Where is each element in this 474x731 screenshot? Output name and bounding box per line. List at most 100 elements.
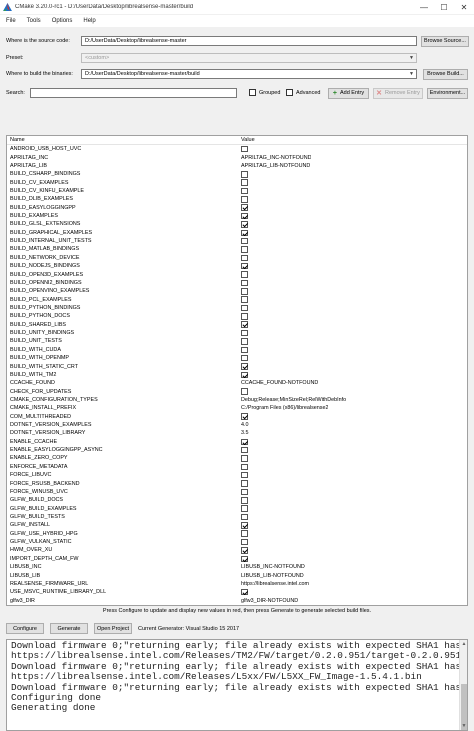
table-row[interactable]: CHECK_FOR_UPDATES <box>7 387 467 395</box>
unchecked-checkbox[interactable] <box>241 354 248 362</box>
table-row[interactable]: BUILD_INTERNAL_UNIT_TESTS <box>7 237 467 245</box>
cache-table[interactable]: Name Value ANDROID_USB_HOST_UVC APRILTAG_… <box>6 135 468 606</box>
checked-checkbox[interactable] <box>241 547 248 554</box>
unchecked-checkbox[interactable] <box>241 505 248 512</box>
table-row[interactable]: GLFW_BUILD_EXAMPLES <box>7 504 467 512</box>
configure-button[interactable]: Configure <box>6 623 44 634</box>
checked-checkbox[interactable] <box>241 204 248 211</box>
unchecked-checkbox[interactable] <box>241 497 248 504</box>
table-row[interactable]: CCACHE_FOUND CCACHE_FOUND-NOTFOUND <box>7 379 467 387</box>
unchecked-checkbox[interactable] <box>241 313 248 320</box>
menu-file[interactable]: File <box>6 18 16 24</box>
source-path-input[interactable]: D:/UserData/Desktop/librealsense-master <box>81 36 417 46</box>
table-row[interactable]: BUILD_NETWORK_DEVICE <box>7 254 467 262</box>
menu-tools[interactable]: Tools <box>27 18 41 24</box>
table-row[interactable]: COM_MULTITHREADED <box>7 413 467 421</box>
table-row[interactable]: BUILD_NODEJS_BINDINGS <box>7 262 467 270</box>
checked-checkbox[interactable] <box>241 229 248 237</box>
cache-entry-value[interactable]: LIBUSB_INC-NOTFOUND <box>239 564 305 570</box>
checked-checkbox[interactable] <box>241 438 248 445</box>
menu-options[interactable]: Options <box>52 18 73 24</box>
scroll-up-icon[interactable]: ▲ <box>460 640 467 648</box>
table-row[interactable]: BUILD_WITH_TM2 <box>7 371 467 379</box>
unchecked-checkbox[interactable] <box>241 179 248 186</box>
cache-entry-value[interactable]: APRILTAG_LIB-NOTFOUND <box>239 163 310 169</box>
checked-checkbox[interactable] <box>241 555 248 563</box>
unchecked-checkbox[interactable] <box>241 196 248 203</box>
table-row[interactable]: BUILD_CSHARP_BINDINGS <box>7 170 467 178</box>
build-path-select[interactable]: D:/UserData/Desktop/librealsense-master/… <box>81 69 417 79</box>
table-row[interactable]: BUILD_GRAPHICAL_EXAMPLES <box>7 229 467 237</box>
table-row[interactable]: GLFW_BUILD_TESTS <box>7 513 467 521</box>
search-input[interactable] <box>30 88 237 98</box>
unchecked-checkbox[interactable] <box>241 304 248 312</box>
unchecked-checkbox[interactable] <box>241 171 248 178</box>
unchecked-checkbox[interactable] <box>241 329 248 337</box>
table-row[interactable]: ENABLE_CCACHE <box>7 438 467 446</box>
checked-checkbox[interactable] <box>241 212 248 220</box>
table-row[interactable]: CMAKE_INSTALL_PREFIX C:/Program Files (x8… <box>7 404 467 412</box>
checked-checkbox[interactable] <box>241 588 248 596</box>
table-row[interactable]: APRILTAG_LIB APRILTAG_LIB-NOTFOUND <box>7 162 467 170</box>
menu-help[interactable]: Help <box>83 18 95 24</box>
table-row[interactable]: BUILD_OPENNI2_BINDINGS <box>7 279 467 287</box>
unchecked-checkbox[interactable] <box>241 530 248 537</box>
title-bar[interactable]: CMake 3.20.0-rc1 - D:/UserData/Desktop/l… <box>0 0 474 14</box>
table-row[interactable]: GLFW_BUILD_DOCS <box>7 496 467 504</box>
cache-entry-value[interactable]: glfw3_DIR-NOTFOUND <box>239 598 298 604</box>
cache-entry-value[interactable]: https://librealsense.intel.com <box>239 581 309 587</box>
table-row[interactable]: REALSENSE_FIRMWARE_URL https://librealsen… <box>7 580 467 588</box>
advanced-checkbox[interactable]: Advanced <box>286 89 320 96</box>
unchecked-checkbox[interactable] <box>241 488 248 496</box>
cache-entry-value[interactable]: LIBUSB_LIB-NOTFOUND <box>239 573 304 579</box>
table-row[interactable]: LIBUSB_INC LIBUSB_INC-NOTFOUND <box>7 563 467 571</box>
browse-build-button[interactable]: Browse Build... <box>423 68 468 80</box>
add-entry-button[interactable]: + Add Entry <box>328 87 369 99</box>
unchecked-checkbox[interactable] <box>241 388 248 395</box>
table-row[interactable]: DOTNET_VERSION_EXAMPLES 4.0 <box>7 421 467 429</box>
table-row[interactable]: GLFW_INSTALL <box>7 521 467 529</box>
table-row[interactable]: FORCE_WINUSB_UVC <box>7 488 467 496</box>
table-row[interactable]: HWM_OVER_XU <box>7 546 467 554</box>
table-row[interactable]: ANDROID_USB_HOST_UVC <box>7 145 467 153</box>
table-row[interactable]: GLFW_USE_HYBRID_HPG <box>7 530 467 538</box>
table-row[interactable]: BUILD_WITH_OPENMP <box>7 354 467 362</box>
table-row[interactable]: APRILTAG_INC APRILTAG_INC-NOTFOUND <box>7 153 467 161</box>
table-row[interactable]: ENFORCE_METADATA <box>7 463 467 471</box>
table-row[interactable]: DOTNET_VERSION_LIBRARY 3.5 <box>7 429 467 437</box>
unchecked-checkbox[interactable] <box>241 296 248 303</box>
cache-entry-value[interactable]: CCACHE_FOUND-NOTFOUND <box>239 380 318 386</box>
table-row[interactable]: CMAKE_CONFIGURATION_TYPES Debug;Release;M… <box>7 396 467 404</box>
checked-checkbox[interactable] <box>241 321 248 328</box>
unchecked-checkbox[interactable] <box>241 463 248 471</box>
table-row[interactable]: GLFW_VULKAN_STATIC <box>7 538 467 546</box>
name-column-header[interactable]: Name <box>7 136 239 144</box>
table-row[interactable]: LIBUSB_LIB LIBUSB_LIB-NOTFOUND <box>7 571 467 579</box>
unchecked-checkbox[interactable] <box>241 338 248 345</box>
unchecked-checkbox[interactable] <box>241 455 248 462</box>
unchecked-checkbox[interactable] <box>241 538 248 546</box>
close-icon[interactable]: ✕ <box>454 0 474 14</box>
unchecked-checkbox[interactable] <box>241 480 248 487</box>
unchecked-checkbox[interactable] <box>241 271 248 278</box>
table-row[interactable]: BUILD_MATLAB_BINDINGS <box>7 245 467 253</box>
browse-source-button[interactable]: Browse Source... <box>421 35 469 47</box>
table-row[interactable]: IMPORT_DEPTH_CAM_FW <box>7 555 467 563</box>
output-console[interactable]: Download firmware 0;"returning early; fi… <box>6 639 468 731</box>
checked-checkbox[interactable] <box>241 363 248 370</box>
table-row[interactable]: BUILD_OPENVINO_EXAMPLES <box>7 287 467 295</box>
maximize-icon[interactable]: ☐ <box>434 0 454 14</box>
cache-entry-value[interactable]: 4.0 <box>239 422 249 428</box>
open-project-button[interactable]: Open Project <box>94 623 132 634</box>
value-column-header[interactable]: Value <box>239 136 255 144</box>
table-row[interactable]: BUILD_PCL_EXAMPLES <box>7 295 467 303</box>
table-row[interactable]: FORCE_RSUSB_BACKEND <box>7 479 467 487</box>
generate-button[interactable]: Generate <box>50 623 88 634</box>
cache-entry-value[interactable]: APRILTAG_INC-NOTFOUND <box>239 155 311 161</box>
advanced-checkbox-box[interactable] <box>286 89 293 96</box>
unchecked-checkbox[interactable] <box>241 187 248 195</box>
table-row[interactable]: BUILD_SHARED_LIBS <box>7 321 467 329</box>
cache-entry-value[interactable]: C:/Program Files (x86)/librealsense2 <box>239 405 328 411</box>
console-scrollbar[interactable]: ▲ ▼ <box>459 640 467 730</box>
table-row[interactable]: BUILD_EXAMPLES <box>7 212 467 220</box>
